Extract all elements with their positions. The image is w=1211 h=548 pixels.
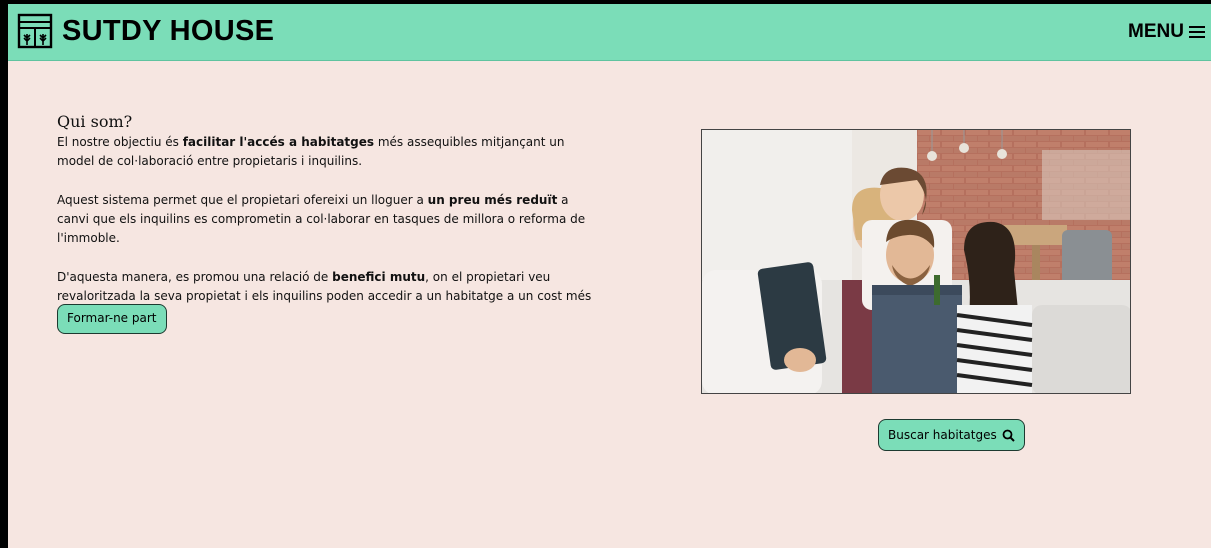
friends-selfie-image — [702, 130, 1130, 393]
about-title: Qui som? — [57, 112, 133, 131]
search-icon — [1002, 429, 1015, 442]
hamburger-icon — [1189, 26, 1205, 38]
site-title[interactable]: SUTDY HOUSE — [62, 15, 274, 48]
join-button[interactable]: Formar-ne part — [57, 304, 167, 334]
menu-button[interactable]: MENU — [1128, 21, 1206, 43]
search-homes-button[interactable]: Buscar habitatges — [878, 419, 1025, 451]
hero-photo — [701, 129, 1131, 394]
about-paragraph-2: Aquest sistema permet que el propietari … — [57, 193, 586, 245]
window-frame-left — [0, 0, 8, 548]
about-paragraph-1: El nostre objectiu és facilitar l'accés … — [57, 135, 565, 168]
house-window-icon[interactable] — [17, 13, 53, 49]
search-homes-label: Buscar habitatges — [888, 428, 997, 442]
menu-label: MENU — [1128, 21, 1184, 42]
site-header: SUTDY HOUSE MENU — [8, 4, 1211, 61]
